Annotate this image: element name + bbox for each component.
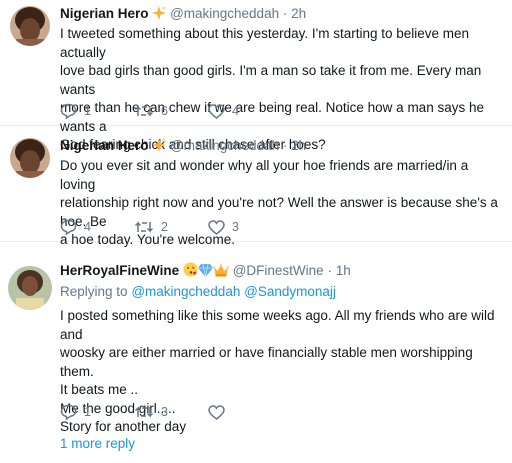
mention-link[interactable]: @makingcheddah bbox=[131, 284, 240, 299]
separator: · bbox=[282, 6, 288, 21]
tweet-actions: 1 3 bbox=[60, 402, 282, 422]
author-name[interactable]: Nigerian Hero bbox=[60, 138, 149, 153]
avatar[interactable] bbox=[10, 138, 50, 178]
timestamp[interactable]: 2h bbox=[291, 138, 306, 153]
tweet-actions: 1 6 4 bbox=[60, 101, 282, 121]
separator: · bbox=[282, 138, 288, 153]
retweet-button[interactable]: 6 bbox=[134, 104, 208, 118]
like-button[interactable]: 4 bbox=[208, 103, 282, 119]
reply-button[interactable]: 1 bbox=[60, 103, 134, 119]
like-count: 4 bbox=[232, 104, 239, 118]
tweet-text-line: Do you ever sit and wonder why all your … bbox=[60, 158, 469, 192]
retweet-button[interactable]: 2 bbox=[134, 220, 208, 234]
tweet-text-line: It beats me .. bbox=[60, 382, 139, 397]
replying-to: Replying to @makingcheddah @Sandymonajj bbox=[60, 283, 506, 301]
tweet-header: Nigerian Hero @makingcheddah · 2h bbox=[60, 5, 506, 24]
author-name[interactable]: Nigerian Hero bbox=[60, 6, 149, 21]
tweet-text-line: I tweeted something about this yesterday… bbox=[60, 26, 470, 60]
tweet-header: HerRoyalFineWine @DFinestWine · 1h bbox=[60, 262, 506, 281]
reply-count: 1 bbox=[84, 104, 91, 118]
reply-icon bbox=[60, 103, 77, 119]
sparkles-icon bbox=[152, 138, 167, 156]
reply-icon bbox=[60, 219, 77, 235]
retweet-count: 3 bbox=[161, 405, 168, 419]
tweet-text-line: love bad girls than good girls. I'm a ma… bbox=[60, 63, 482, 97]
gem-icon bbox=[197, 263, 213, 281]
retweet-icon bbox=[134, 406, 154, 418]
separator: · bbox=[327, 263, 332, 278]
more-replies-link[interactable]: 1 more reply bbox=[60, 436, 135, 451]
retweet-button[interactable]: 3 bbox=[134, 405, 208, 419]
tweet-text-line: woosky are either married or have financ… bbox=[60, 345, 473, 379]
sparkles-icon bbox=[152, 6, 167, 24]
retweet-count: 2 bbox=[161, 220, 168, 234]
avatar[interactable] bbox=[10, 6, 50, 46]
mention-link[interactable]: @Sandymonajj bbox=[244, 284, 336, 299]
timestamp[interactable]: 2h bbox=[291, 6, 306, 21]
like-icon bbox=[208, 404, 225, 420]
tweet[interactable]: Nigerian Hero @makingcheddah · 2h Do you… bbox=[0, 126, 512, 247]
author-handle[interactable]: @makingcheddah bbox=[170, 138, 279, 153]
timestamp[interactable]: 1h bbox=[336, 263, 351, 278]
crown-icon bbox=[212, 263, 229, 281]
tweet-actions: 4 2 3 bbox=[60, 217, 282, 237]
tweet[interactable]: Nigerian Hero @makingcheddah · 2h I twee… bbox=[0, 0, 512, 152]
like-button[interactable] bbox=[208, 404, 282, 420]
tweet-text-line: I posted something like this some weeks … bbox=[60, 308, 495, 342]
retweet-count: 6 bbox=[161, 104, 168, 118]
like-button[interactable]: 3 bbox=[208, 219, 282, 235]
reply-count: 1 bbox=[84, 405, 91, 419]
author-name[interactable]: HerRoyalFineWine bbox=[60, 263, 179, 278]
author-handle[interactable]: @makingcheddah bbox=[170, 6, 279, 21]
retweet-icon bbox=[134, 221, 154, 233]
replying-to-label: Replying to bbox=[60, 284, 128, 299]
face-blowing-kiss-icon bbox=[183, 262, 198, 281]
reply-icon bbox=[60, 404, 77, 420]
like-icon bbox=[208, 103, 225, 119]
avatar[interactable] bbox=[8, 266, 52, 310]
retweet-icon bbox=[134, 105, 154, 117]
reply-count: 4 bbox=[84, 220, 91, 234]
reply-button[interactable]: 4 bbox=[60, 219, 134, 235]
reply-button[interactable]: 1 bbox=[60, 404, 134, 420]
author-handle[interactable]: @DFinestWine bbox=[233, 263, 324, 278]
like-count: 3 bbox=[232, 220, 239, 234]
tweet-header: Nigerian Hero @makingcheddah · 2h bbox=[60, 137, 506, 156]
tweet[interactable]: HerRoyalFineWine @DFinestWine · 1h Reply… bbox=[0, 242, 512, 463]
like-icon bbox=[208, 219, 225, 235]
